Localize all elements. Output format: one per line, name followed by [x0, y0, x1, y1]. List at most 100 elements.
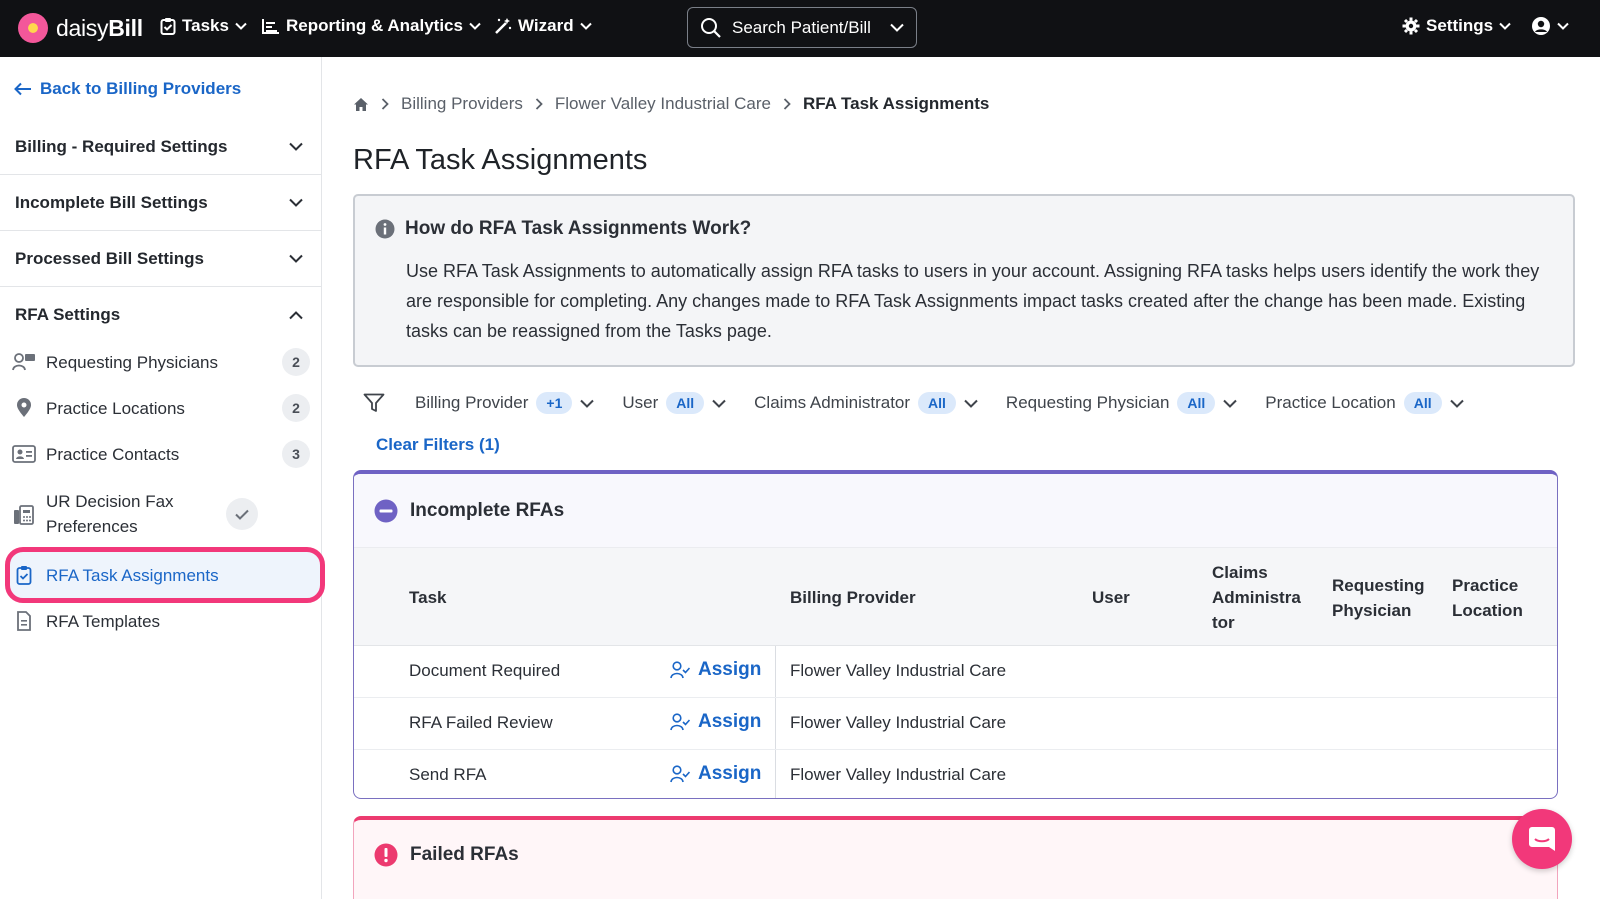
sidebar-item-practice-locations[interactable]: Practice Locations 2	[12, 386, 310, 430]
table-row: RFA Failed Review Assign Flower Valley I…	[354, 698, 1557, 750]
chat-launcher-button[interactable]	[1512, 809, 1572, 869]
incomplete-rfas-header[interactable]: Incomplete RFAs	[354, 474, 1557, 548]
card-title: Incomplete RFAs	[410, 499, 565, 521]
gear-icon	[1402, 17, 1420, 35]
task-name: RFA Failed Review	[409, 713, 553, 732]
task-name: Document Required	[409, 661, 561, 680]
sidebar-item-label: Practice Locations	[46, 398, 185, 418]
chevron-down-icon	[289, 254, 303, 263]
daisy-flower-icon	[18, 13, 48, 43]
section-rfa-settings[interactable]: RFA Settings	[0, 287, 321, 343]
nav-settings[interactable]: Settings	[1402, 16, 1511, 36]
contact-card-icon	[12, 445, 36, 463]
nav-reporting-analytics[interactable]: Reporting & Analytics	[262, 16, 481, 36]
task-name: Send RFA	[409, 765, 487, 784]
filter-label: Practice Location	[1265, 393, 1396, 412]
filter-bar: Billing Provider +1 User All Claims Admi…	[363, 392, 1492, 414]
filter-billing-provider[interactable]: Billing Provider +1	[415, 392, 595, 414]
sidebar-item-rfa-templates[interactable]: RFA Templates	[12, 599, 310, 643]
filter-label: Requesting Physician	[1005, 393, 1170, 412]
magic-wand-icon	[495, 18, 512, 34]
chevron-down-icon	[890, 23, 904, 32]
search-patient-bill[interactable]: Search Patient/Bill	[687, 7, 917, 48]
user-check-icon	[670, 713, 690, 731]
assign-label: Assign	[698, 659, 762, 680]
clipboard-icon	[160, 18, 176, 35]
bar-chart-icon	[262, 19, 279, 34]
clear-filters-link[interactable]: Clear Filters (1)	[376, 435, 500, 455]
failed-rfas-card: Failed RFAs	[353, 816, 1558, 899]
clipboard-check-icon	[12, 565, 36, 585]
back-label: Back to Billing Providers	[40, 79, 242, 98]
info-icon	[375, 219, 395, 239]
chevron-right-icon	[381, 98, 389, 110]
user-avatar-icon	[1532, 17, 1550, 35]
alert-circle-icon	[374, 843, 398, 867]
section-incomplete-bill-settings[interactable]: Incomplete Bill Settings	[0, 175, 321, 231]
section-label: Processed Bill Settings	[15, 248, 204, 268]
chevron-down-icon	[1499, 22, 1511, 30]
chevron-down-icon	[289, 142, 303, 151]
user-menu[interactable]	[1531, 16, 1569, 36]
chevron-down-icon	[1223, 399, 1238, 408]
sidebar-item-practice-contacts[interactable]: Practice Contacts 3	[12, 432, 310, 476]
count-badge: 2	[282, 394, 310, 422]
filter-user[interactable]: User All	[622, 392, 726, 414]
sidebar-item-requesting-physicians[interactable]: Requesting Physicians 2	[12, 340, 310, 384]
nav-wizard[interactable]: Wizard	[494, 16, 592, 36]
fax-icon	[12, 503, 36, 525]
filter-value-pill: All	[1177, 392, 1216, 414]
col-claims-administrator: Claims Administra tor	[1212, 563, 1301, 632]
failed-rfas-header[interactable]: Failed RFAs	[354, 820, 1557, 890]
section-processed-bill-settings[interactable]: Processed Bill Settings	[0, 231, 321, 287]
filter-claims-administrator[interactable]: Claims Administrator All	[754, 392, 978, 414]
brand-name: daisyBill	[56, 14, 143, 41]
breadcrumb-billing-providers[interactable]: Billing Providers	[401, 94, 523, 114]
sidebar-item-label: RFA Templates	[46, 611, 161, 631]
location-pin-icon	[12, 398, 36, 418]
arrow-left-icon	[14, 82, 31, 96]
col-task: Task	[409, 588, 447, 607]
filter-practice-location[interactable]: Practice Location All	[1265, 392, 1464, 414]
table-row: Document Required Assign Flower Valley I…	[354, 646, 1557, 698]
nav-tasks-label: Tasks	[182, 16, 229, 35]
filter-value-pill: All	[666, 392, 705, 414]
chevron-down-icon	[1449, 399, 1464, 408]
assign-button[interactable]: Assign	[670, 659, 761, 681]
filter-label: Claims Administrator	[754, 393, 911, 412]
daisybill-logo[interactable]: daisyBill	[18, 13, 143, 43]
info-heading: How do RFA Task Assignments Work?	[375, 218, 751, 240]
col-user: User	[1092, 588, 1130, 607]
nav-tasks[interactable]: Tasks	[160, 16, 247, 36]
billing-provider-cell: Flower Valley Industrial Care	[790, 661, 1007, 680]
filter-value-pill: +1	[536, 392, 573, 414]
table-row: Send RFA Assign Flower Valley Industrial…	[354, 750, 1557, 798]
filter-requesting-physician[interactable]: Requesting Physician All	[1005, 392, 1238, 414]
breadcrumb-flower-valley[interactable]: Flower Valley Industrial Care	[555, 94, 771, 114]
assign-button[interactable]: Assign	[670, 711, 761, 733]
chevron-down-icon	[580, 399, 595, 408]
home-icon[interactable]	[353, 97, 369, 112]
chevron-right-icon	[535, 98, 543, 110]
col-practice-location: Practice Location	[1452, 576, 1523, 620]
sidebar-item-rfa-task-assignments[interactable]: RFA Task Assignments	[12, 553, 310, 597]
sidebar-item-label: UR Decision Fax Preferences	[46, 492, 174, 536]
nav-reporting-label: Reporting & Analytics	[286, 16, 463, 35]
section-billing-required-settings[interactable]: Billing - Required Settings	[0, 119, 321, 175]
breadcrumb-current: RFA Task Assignments	[802, 94, 990, 113]
filter-icon[interactable]	[363, 393, 385, 413]
section-label: Billing - Required Settings	[15, 136, 228, 156]
sidebar-item-ur-decision-fax-preferences[interactable]: UR Decision Fax Preferences	[12, 488, 310, 540]
filter-label: Billing Provider	[415, 393, 529, 412]
back-to-billing-providers-link[interactable]: Back to Billing Providers	[14, 79, 241, 99]
col-requesting-physician: Requesting Physician	[1332, 576, 1425, 620]
chevron-down-icon	[579, 22, 592, 30]
assign-button[interactable]: Assign	[670, 763, 761, 785]
info-panel: How do RFA Task Assignments Work? Use RF…	[353, 194, 1575, 367]
section-label: RFA Settings	[15, 305, 121, 324]
card-title: Failed RFAs	[410, 844, 519, 865]
search-label: Search Patient/Bill	[732, 17, 871, 37]
incomplete-rfas-card: Incomplete RFAs Task Billing Provider Us…	[353, 470, 1558, 799]
filter-label: User	[622, 393, 659, 412]
top-navigation-bar: daisyBill Tasks Reporting & Analytics Wi…	[0, 0, 1600, 57]
